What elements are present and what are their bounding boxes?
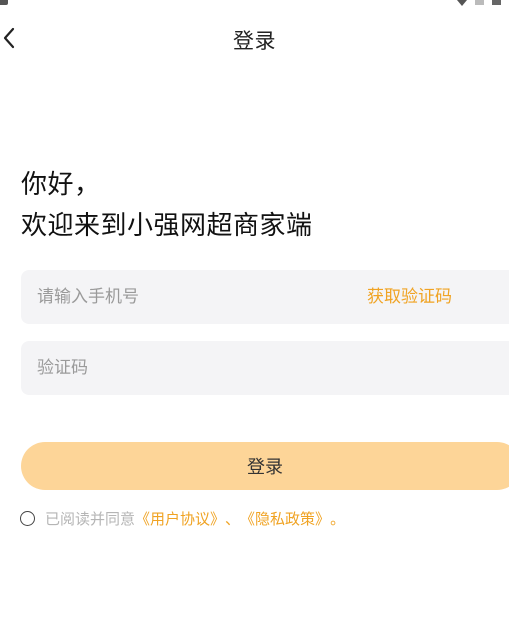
nav-bar: 登录 [0,20,509,56]
wifi-icon [457,0,467,6]
agree-checkbox[interactable] [20,510,35,526]
agreement-suffix: 。 [330,509,346,528]
signal-icon [475,0,484,5]
user-agreement-link[interactable]: 《用户协议》 [135,508,225,529]
get-code-button[interactable]: 获取验证码 [367,270,452,324]
greeting: 你好， 欢迎来到小强网超商家端 [21,165,313,247]
privacy-policy-link[interactable]: 《隐私政策》 [240,508,330,529]
greeting-line-1: 你好， [21,170,101,200]
greeting-line-2: 欢迎来到小强网超商家端 [21,211,313,241]
agreement-separator: 、 [225,509,241,528]
agreement-prefix: 已阅读并同意 [45,509,136,528]
agreement-row: 已阅读并同意 《用户协议》 、 《隐私政策》 。 [20,507,345,529]
status-bar-icon [0,0,8,5]
verification-code-input[interactable] [37,341,497,395]
page-title: 登录 [233,29,276,53]
phone-field: 获取验证码 [21,270,509,324]
battery-icon [492,0,501,5]
login-button[interactable]: 登录 [21,442,509,490]
status-bar [457,0,501,6]
code-field [21,341,509,395]
phone-input[interactable] [37,270,357,324]
